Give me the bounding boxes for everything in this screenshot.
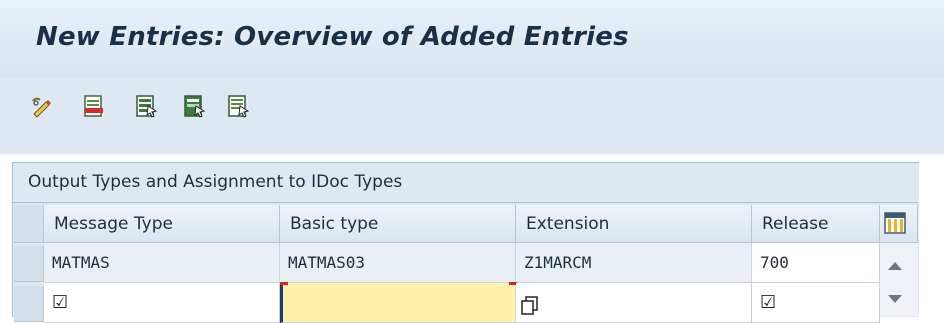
extension-cell[interactable]: Z1MARCM	[516, 243, 752, 283]
row-selector[interactable]	[14, 246, 44, 282]
row-selector[interactable]	[14, 286, 44, 322]
deselect-all-icon[interactable]	[226, 94, 250, 118]
application-toolbar	[0, 78, 944, 154]
extension-input[interactable]	[516, 283, 752, 323]
release-cell[interactable]: ☑	[752, 283, 880, 323]
change-display-icon[interactable]	[30, 94, 54, 118]
scroll-up-icon[interactable]	[888, 262, 902, 270]
select-block-icon[interactable]	[182, 94, 206, 118]
column-header-basic-type[interactable]: Basic type	[280, 205, 516, 243]
vertical-scrollbar[interactable]	[880, 243, 918, 316]
release-cell[interactable]: 700	[752, 243, 880, 283]
page-title: New Entries: Overview of Added Entries	[36, 22, 629, 52]
table-caption: Output Types and Assignment to IDoc Type…	[28, 172, 403, 192]
column-header-release[interactable]: Release	[752, 205, 880, 243]
message-type-cell[interactable]: ☑	[44, 283, 280, 323]
title-bar: New Entries: Overview of Added Entries	[0, 0, 944, 78]
basic-type-cell[interactable]: MATMAS03	[280, 243, 516, 283]
value-help-icon[interactable]	[520, 295, 540, 315]
checkbox-mark: ☑	[760, 292, 777, 313]
divider	[12, 202, 918, 203]
column-header-message-type[interactable]: Message Type	[44, 205, 280, 243]
select-all-icon[interactable]	[134, 94, 158, 118]
column-header-extension[interactable]: Extension	[516, 205, 752, 243]
message-type-cell[interactable]: MATMAS	[44, 243, 280, 283]
scroll-down-icon[interactable]	[888, 295, 902, 303]
delete-icon[interactable]	[82, 94, 106, 118]
select-all-rows-button[interactable]	[14, 205, 44, 243]
basic-type-input[interactable]	[280, 282, 517, 323]
checkbox-mark: ☑	[52, 292, 69, 313]
column-settings-icon[interactable]	[884, 212, 906, 234]
